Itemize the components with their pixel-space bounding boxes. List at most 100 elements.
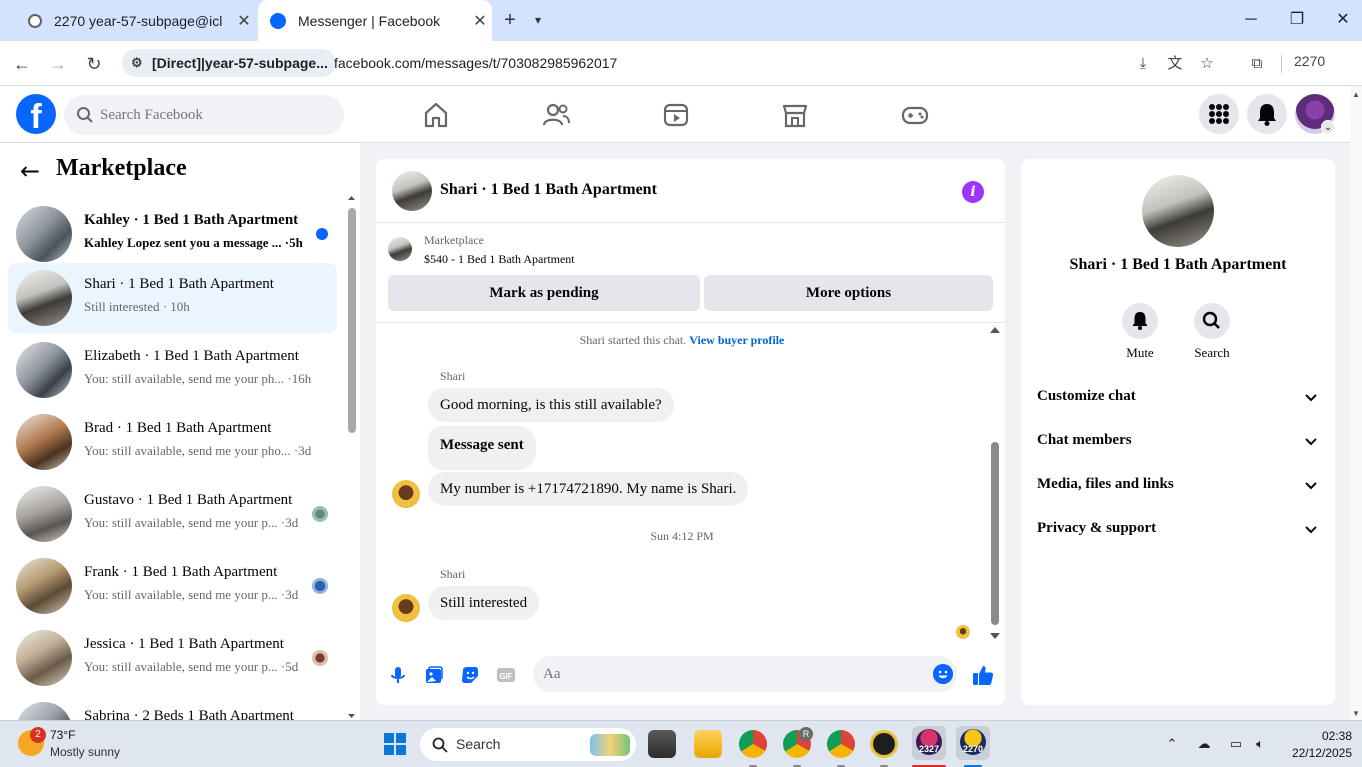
scrollbar-thumb[interactable] (991, 442, 999, 625)
mute-button[interactable]: Mute (1110, 303, 1170, 361)
translate-icon[interactable]: 文 (1164, 53, 1186, 75)
view-buyer-profile-link[interactable]: View buyer profile (689, 333, 784, 347)
task-view-app[interactable] (648, 730, 676, 758)
message-bubble[interactable]: Good morning, is this still available? (428, 388, 674, 422)
back-arrow-icon[interactable]: ← (20, 159, 44, 183)
network-icon[interactable]: ▭ (1227, 735, 1245, 753)
conversation-name: Gustavo · 1 Bed 1 Bath Apartment (84, 492, 293, 508)
address-bar[interactable]: ⚙ [Direct]|year-57-subpage... facebook.c… (120, 47, 1230, 79)
conversation-item[interactable]: Gustavo · 1 Bed 1 Bath Apartment You: st… (8, 479, 337, 549)
chat-members-section[interactable]: Chat members (1037, 420, 1319, 464)
close-tab-icon[interactable]: ✕ (468, 11, 492, 31)
site-info-chip[interactable]: ⚙ [Direct]|year-57-subpage... (122, 49, 336, 77)
facebook-search[interactable] (64, 95, 344, 135)
video-icon[interactable] (661, 100, 691, 130)
browser-tab-inactive[interactable]: 2270 year-57-subpage@icl ✕ (16, 0, 256, 41)
browser-toolbar: ← → ↻ ⚙ [Direct]|year-57-subpage... face… (0, 41, 1362, 86)
info-icon[interactable]: i (962, 181, 984, 203)
gaming-icon[interactable] (900, 100, 930, 130)
weather-description[interactable]: Mostly sunny (50, 745, 120, 759)
clock-date[interactable]: 22/12/2025 (1282, 746, 1352, 760)
conversation-item[interactable]: Sabrina · 2 Beds 1 Bath Apartment (8, 695, 337, 720)
close-tab-icon[interactable]: ✕ (232, 11, 256, 31)
weather-temperature[interactable]: 73°F (50, 728, 75, 742)
bell-icon (1132, 312, 1148, 330)
browser-tab-active[interactable]: Messenger | Facebook ✕ (258, 0, 492, 41)
listing-title[interactable]: $540 - 1 Bed 1 Bath Apartment (424, 252, 575, 267)
taskbar-search[interactable]: Search (420, 728, 636, 761)
url-text[interactable]: facebook.com/messages/t/703082985962017 (334, 47, 617, 79)
sender-avatar[interactable] (392, 480, 420, 508)
conversation-item[interactable]: Shari · 1 Bed 1 Bath Apartment Still int… (8, 263, 337, 333)
scroll-up-icon[interactable]: ▲ (1352, 90, 1360, 99)
back-icon[interactable]: ← (9, 51, 35, 77)
conversation-name: Shari · 1 Bed 1 Bath Apartment (84, 276, 274, 292)
minimize-icon[interactable]: ─ (1228, 0, 1274, 41)
conversation-item[interactable]: Elizabeth · 1 Bed 1 Bath Apartment You: … (8, 335, 337, 405)
extensions-icon[interactable]: ⧉ (1246, 53, 1268, 75)
menu-button[interactable] (1199, 94, 1239, 134)
cloud-sync-icon[interactable]: ☁ (1195, 735, 1213, 753)
conversation-item[interactable]: Jessica · 1 Bed 1 Bath Apartment You: st… (8, 623, 337, 693)
media-files-links-section[interactable]: Media, files and links (1037, 464, 1319, 508)
sticker-icon[interactable] (460, 665, 480, 685)
photo-icon[interactable] (424, 665, 444, 685)
mark-as-pending-button[interactable]: Mark as pending (388, 275, 700, 311)
emoji-icon[interactable] (933, 664, 953, 684)
conversation-item[interactable]: Brad · 1 Bed 1 Bath Apartment You: still… (8, 407, 337, 477)
message-bubble[interactable]: Message sent (428, 426, 536, 470)
message-input[interactable] (543, 656, 913, 692)
tab-title: Messenger | Facebook (298, 12, 441, 29)
sender-avatar[interactable] (392, 594, 420, 622)
new-tab-button[interactable]: + (498, 8, 522, 32)
friends-icon[interactable] (541, 100, 571, 130)
scrollbar-thumb[interactable] (348, 208, 356, 433)
page-scrollbar[interactable]: ▲ ▼ (1350, 86, 1362, 720)
volume-icon[interactable]: 🔈︎ (1251, 735, 1269, 753)
search-input[interactable] (100, 95, 330, 135)
scroll-down-icon[interactable]: ▼ (1352, 709, 1360, 718)
app-2327-button[interactable]: 2327 (912, 726, 946, 760)
marketplace-icon[interactable] (780, 100, 810, 130)
xbox-app-icon[interactable] (870, 730, 898, 758)
message-bubble[interactable]: Still interested (428, 586, 540, 620)
facebook-logo[interactable]: f (16, 94, 56, 134)
bookmark-star-icon[interactable]: ☆ (1196, 53, 1218, 75)
chat-avatar-large[interactable] (1142, 175, 1214, 247)
tab-search-button[interactable]: ▾ (528, 8, 548, 32)
gif-icon[interactable]: GIF (496, 665, 516, 685)
customize-chat-section[interactable]: Customize chat (1037, 376, 1319, 420)
listing-thumbnail[interactable] (388, 237, 412, 261)
restore-icon[interactable]: ❐ (1274, 0, 1320, 41)
chevron-up-icon[interactable]: ⌃ (1163, 735, 1181, 753)
install-app-icon[interactable]: ⤓ (1132, 53, 1154, 75)
privacy-support-section[interactable]: Privacy & support (1037, 508, 1319, 552)
chevron-down-icon[interactable]: ⌄ (1321, 120, 1335, 134)
forward-icon[interactable]: → (45, 51, 71, 77)
search-icon (77, 107, 93, 123)
chrome-alt-icon[interactable] (827, 730, 855, 758)
thumbs-up-icon[interactable] (972, 664, 994, 686)
more-options-button[interactable]: More options (704, 275, 993, 311)
conversation-preview: You: still available, send me your p... … (84, 659, 299, 674)
chat-title[interactable]: Shari · 1 Bed 1 Bath Apartment (440, 181, 657, 199)
microphone-icon[interactable] (388, 665, 408, 685)
notifications-button[interactable] (1247, 94, 1287, 134)
listing-thumbnail (16, 342, 72, 398)
conversation-item[interactable]: Kahley · 1 Bed 1 Bath Apartment Kahley L… (8, 199, 337, 269)
reload-icon[interactable]: ↻ (81, 51, 107, 77)
conversation-item[interactable]: Frank · 1 Bed 1 Bath Apartment You: stil… (8, 551, 337, 621)
participant-avatar (312, 650, 328, 666)
profile-button[interactable]: 2270 (1294, 53, 1325, 69)
chat-avatar[interactable] (392, 171, 432, 211)
file-explorer-icon[interactable] (694, 730, 722, 758)
message-input-box[interactable] (533, 656, 957, 692)
close-window-icon[interactable]: ✕ (1320, 0, 1362, 41)
home-icon[interactable] (421, 100, 451, 130)
clock-time[interactable]: 02:38 (1292, 729, 1352, 743)
search-in-chat-button[interactable]: Search (1182, 303, 1242, 361)
app-2270-button[interactable]: 2270 (956, 726, 990, 760)
windows-start-icon[interactable] (384, 733, 406, 755)
chrome-icon[interactable] (739, 730, 767, 758)
message-bubble[interactable]: My number is +17174721890. My name is Sh… (428, 472, 749, 506)
